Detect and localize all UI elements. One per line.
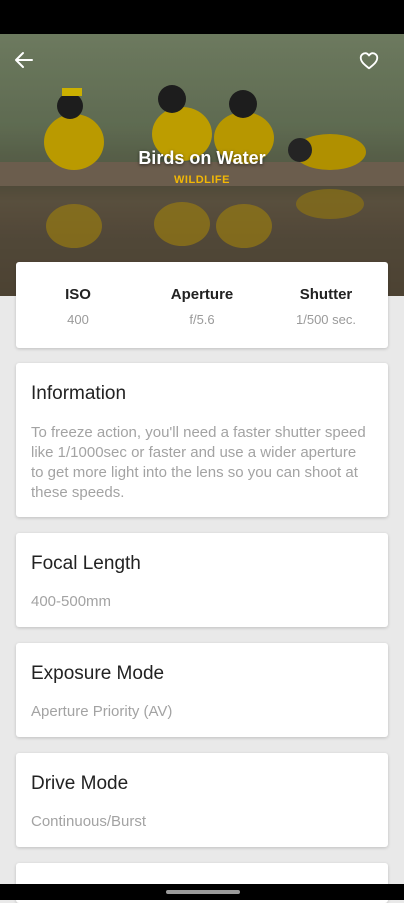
iso-label: ISO <box>65 286 91 303</box>
status-bar <box>0 0 404 34</box>
aperture-label: Aperture <box>170 286 234 303</box>
iso-stat: ISO 400 <box>16 262 140 348</box>
drive-mode-card: Drive Mode Continuous/Burst <box>16 753 388 847</box>
exposure-mode-title: Exposure Mode <box>31 663 165 684</box>
back-button[interactable] <box>14 50 46 82</box>
photo-category: WILDLIFE <box>174 174 230 186</box>
camera-settings-card: ISO 400 Aperture f/5.6 Shutter 1/500 sec… <box>16 262 388 348</box>
shutter-stat: Shutter 1/500 sec. <box>264 262 388 348</box>
exposure-mode-card: Exposure Mode Aperture Priority (AV) <box>16 643 388 737</box>
focal-length-value: 400-500mm <box>31 593 112 610</box>
shutter-label: Shutter <box>299 286 353 303</box>
iso-value: 400 <box>67 312 89 327</box>
shutter-value: 1/500 sec. <box>296 312 356 327</box>
photo-title: Birds on Water <box>138 148 266 168</box>
hero-image: Birds on Water WILDLIFE <box>0 34 404 296</box>
aperture-stat: Aperture f/5.6 <box>140 262 264 348</box>
focal-length-title: Focal Length <box>31 553 141 574</box>
information-text: To freeze action, you'll need a faster s… <box>31 424 366 501</box>
drive-mode-title: Drive Mode <box>31 773 129 794</box>
focal-length-card: Focal Length 400-500mm <box>16 533 388 627</box>
favorite-button[interactable] <box>358 50 390 82</box>
drive-mode-value: Continuous/Burst <box>31 813 147 830</box>
exposure-mode-value: Aperture Priority (AV) <box>31 703 173 720</box>
arrow-left-icon <box>15 52 33 68</box>
navigation-bar <box>0 884 404 900</box>
home-gesture-handle[interactable] <box>166 890 240 894</box>
heart-outline-icon <box>359 52 379 70</box>
aperture-value: f/5.6 <box>189 312 215 327</box>
information-card: Information To freeze action, you'll nee… <box>16 363 388 517</box>
information-title: Information <box>31 383 127 404</box>
